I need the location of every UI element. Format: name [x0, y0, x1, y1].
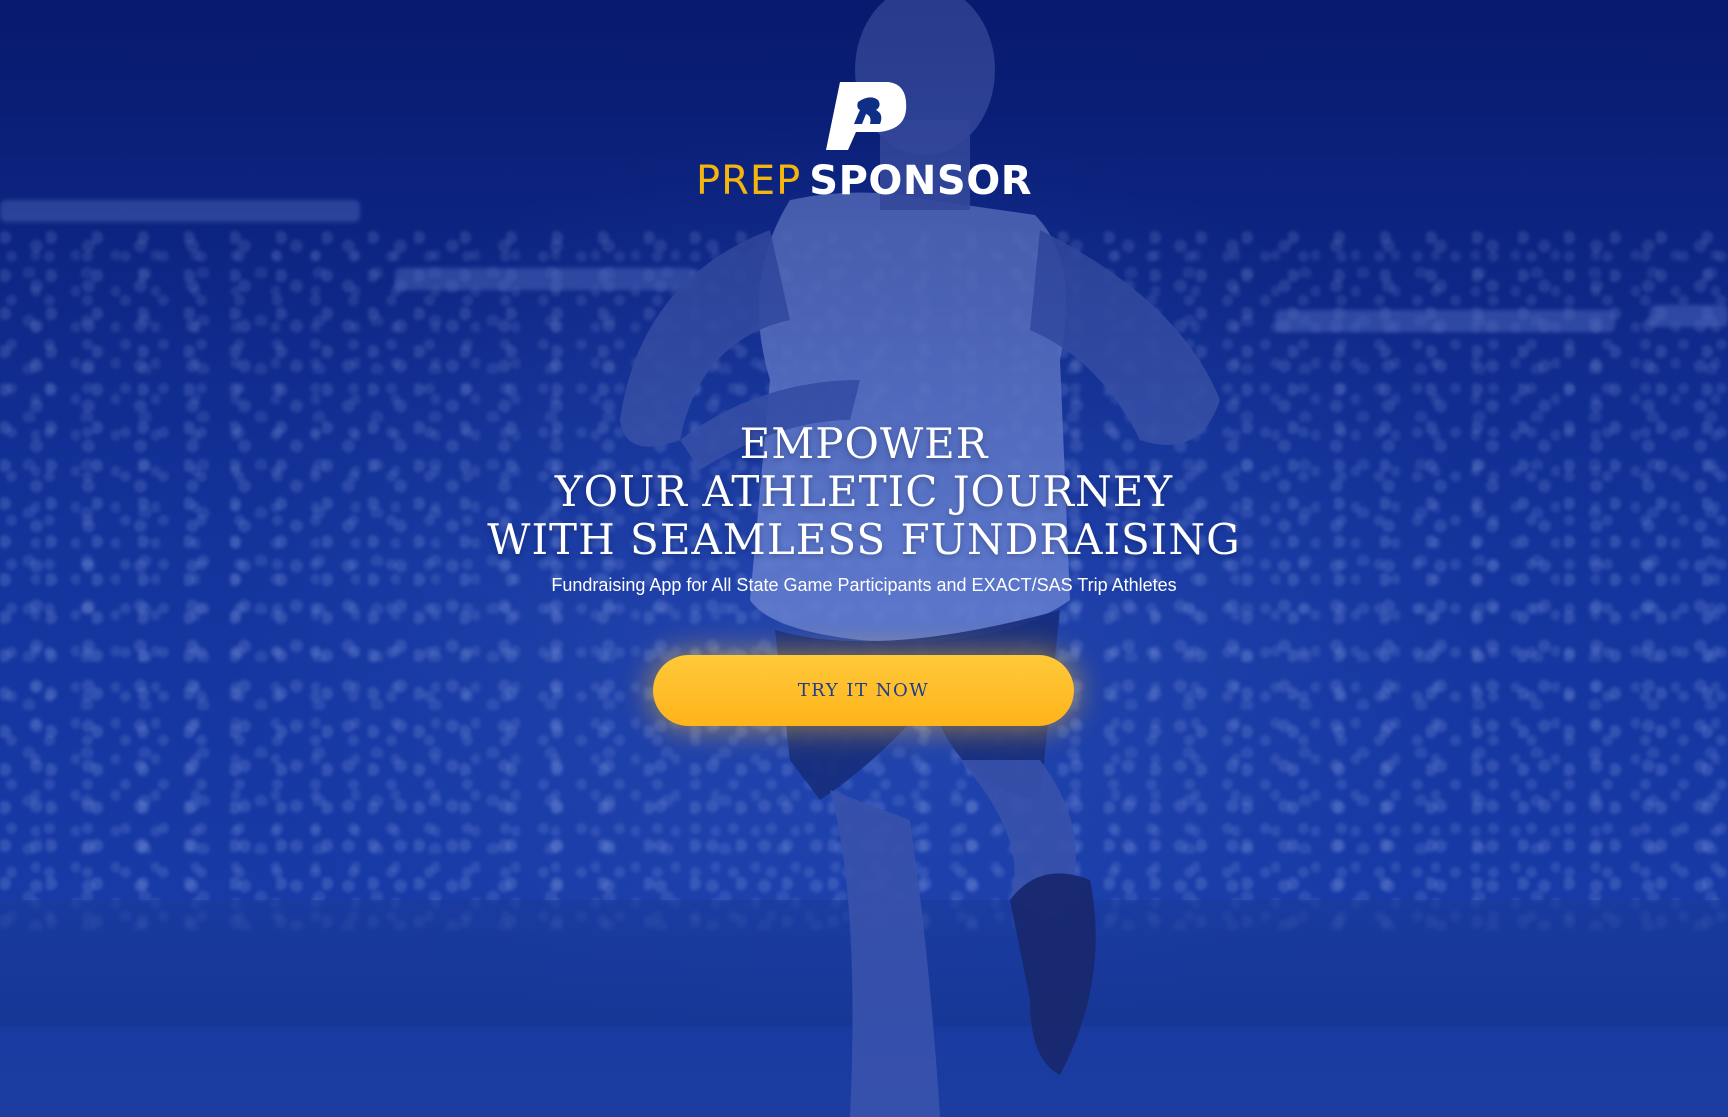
headline-line: YOUR ATHLETIC JOURNEY — [554, 467, 1174, 516]
try-it-now-button[interactable]: TRY IT NOW — [653, 655, 1074, 726]
logo-wordmark: PREP SPONSOR — [0, 159, 1728, 203]
logo-word-sponsor: SPONSOR — [809, 158, 1033, 204]
hero-subheadline: Fundraising App for All State Game Parti… — [551, 575, 1177, 595]
prepsponsor-logo[interactable]: PREP SPONSOR — [0, 80, 1728, 203]
hero-section: PREP SPONSOR EMPOWER YOUR ATHLETIC JOURNE… — [0, 0, 1728, 1117]
headline-line: EMPOWER — [739, 419, 989, 468]
headline-line: WITH SEAMLESS FUNDRAISING — [487, 515, 1241, 564]
hero-headline: EMPOWER YOUR ATHLETIC JOURNEY WITH SEAML… — [0, 420, 1728, 564]
runner-p-logo-icon — [826, 82, 907, 150]
logo-word-prep: PREP — [695, 158, 802, 204]
